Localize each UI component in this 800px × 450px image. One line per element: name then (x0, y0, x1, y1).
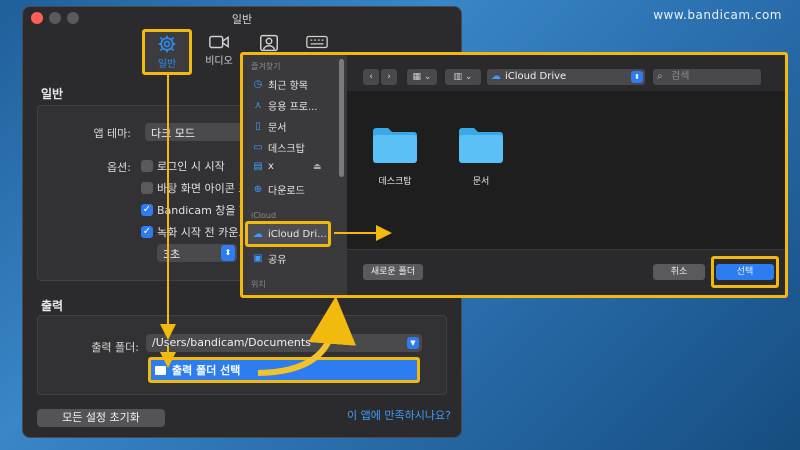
search-placeholder: 검색 (671, 71, 690, 82)
tab-screenshot[interactable] (247, 33, 291, 53)
output-folder-field[interactable]: /Users/bandicam/Documents ▼ (146, 334, 422, 352)
dialog-sidebar: 즐겨찾기 ◷ 최근 항목 ⋏ 응용 프로... ▯ 문서 ▭ 데스크탑 ▤ x … (243, 55, 347, 295)
window-on-top-label: Bandicam 창을 항 (157, 204, 250, 217)
countdown-stepper[interactable]: ⬍ (221, 245, 235, 261)
folder-icon (459, 128, 503, 163)
shared-folder-icon: ▣ (253, 253, 263, 264)
chevron-down-icon: ▼ (407, 337, 419, 349)
countdown-label: 녹화 시작 전 카운트 (157, 226, 249, 239)
search-icon: ⌕ (657, 71, 663, 82)
choose-button-highlight: 선택 (711, 256, 779, 288)
title-bar: 일반 (23, 7, 461, 29)
folder-desktop[interactable]: 데스크탑 (365, 125, 425, 187)
locations-header: 위치 (251, 280, 266, 289)
sidebar-item-downloads[interactable]: ⊕ 다운로드 (253, 182, 305, 197)
theme-label: 앱 테마: (93, 127, 131, 140)
output-panel (37, 315, 447, 395)
sidebar-item-drive-x[interactable]: ▤ x ⏏ (253, 161, 321, 172)
dialog-bottom-bar: 새로운 폴더 취소 선택 (347, 249, 785, 295)
cloud-icon: ☁ (253, 229, 263, 240)
eject-icon[interactable]: ⏏ (313, 162, 322, 172)
new-folder-button[interactable]: 새로운 폴더 (363, 264, 423, 280)
sidebar-scrollbar[interactable] (339, 59, 344, 177)
watermark: www.bandicam.com (653, 8, 782, 22)
tab-general[interactable]: 일반 (142, 29, 192, 75)
sidebar-item-applications[interactable]: ⋏ 응용 프로... (253, 98, 317, 113)
countdown-checkbox[interactable]: ✓ (141, 226, 153, 238)
window-on-top-checkbox[interactable]: ✓ (141, 204, 153, 216)
gear-icon (158, 35, 176, 53)
general-heading: 일반 (41, 87, 64, 101)
folder-picker-dialog: 즐겨찾기 ◷ 최근 항목 ⋏ 응용 프로... ▯ 문서 ▭ 데스크탑 ▤ x … (240, 52, 788, 298)
output-folder-label: 출력 폴더: (91, 341, 139, 354)
forward-button[interactable]: › (381, 69, 397, 85)
login-start-label: 로그인 시 시작 (157, 160, 225, 173)
cancel-button[interactable]: 취소 (653, 264, 705, 280)
icloud-header: iCloud (251, 211, 277, 220)
output-heading: 출력 (41, 299, 64, 313)
desktop-icon-label: 바탕 화면 아이콘 표 (157, 182, 249, 195)
feedback-link[interactable]: 이 앱에 만족하시나요? (347, 407, 451, 423)
login-start-checkbox[interactable] (141, 160, 153, 172)
sidebar-item-icloud-drive[interactable]: ☁ iCloud Dri... (253, 229, 327, 240)
select-output-folder-label: 출력 폴더 선택 (172, 364, 241, 377)
location-popup[interactable]: ☁ iCloud Drive ⬍ (487, 69, 645, 85)
output-folder-path: /Users/bandicam/Documents (152, 336, 311, 349)
favorites-header: 즐겨찾기 (251, 62, 281, 71)
back-button[interactable]: ‹ (363, 69, 379, 85)
apps-icon: ⋏ (254, 100, 262, 111)
select-output-folder-button[interactable]: 출력 폴더 선택 (148, 357, 420, 383)
tab-general-label: 일반 (157, 59, 177, 70)
theme-select[interactable]: 다크 모드 (145, 123, 255, 141)
reset-settings-button[interactable]: 모든 설정 초기화 (37, 409, 165, 427)
group-view-button[interactable]: ▥ ⌄ (445, 69, 481, 85)
sidebar-item-documents[interactable]: ▯ 문서 (253, 119, 286, 134)
window-title: 일반 (231, 13, 253, 26)
sidebar-item-desktop[interactable]: ▭ 데스크탑 (253, 140, 305, 155)
download-icon: ⊕ (253, 184, 263, 195)
screenshot-icon (260, 34, 278, 52)
desktop-icon-checkbox[interactable] (141, 182, 153, 194)
search-input[interactable]: ⌕ 검색 (653, 69, 761, 85)
drive-icon: ▤ (253, 161, 263, 172)
folder-icon (155, 366, 166, 375)
folder-icon (373, 128, 417, 163)
chevron-updown-icon: ⬍ (631, 71, 643, 83)
clock-icon: ◷ (253, 79, 263, 90)
dialog-main: ‹ › ▦ ⌄ ▥ ⌄ ☁ iCloud Drive ⬍ ⌕ 검색 데스크탑 문… (347, 55, 785, 295)
dialog-toolbar: ‹ › ▦ ⌄ ▥ ⌄ ☁ iCloud Drive ⬍ ⌕ 검색 (347, 55, 785, 91)
keyboard-icon (306, 35, 328, 49)
tab-keyboard[interactable] (295, 33, 339, 51)
cloud-icon: ☁ (491, 71, 501, 82)
options-label: 옵션: (107, 161, 131, 174)
sidebar-item-shared[interactable]: ▣ 공유 (253, 251, 286, 266)
tab-video-label: 비디오 (205, 56, 233, 67)
folder-documents[interactable]: 문서 (451, 125, 511, 187)
icon-view-button[interactable]: ▦ ⌄ (407, 69, 437, 85)
location-label: iCloud Drive (505, 71, 567, 82)
video-camera-icon (209, 35, 229, 49)
desktop-icon: ▭ (253, 142, 263, 153)
choose-button[interactable]: 선택 (716, 264, 774, 280)
sidebar-item-recents[interactable]: ◷ 최근 항목 (253, 77, 308, 92)
document-icon: ▯ (255, 121, 261, 132)
tab-video[interactable]: 비디오 (197, 33, 241, 67)
